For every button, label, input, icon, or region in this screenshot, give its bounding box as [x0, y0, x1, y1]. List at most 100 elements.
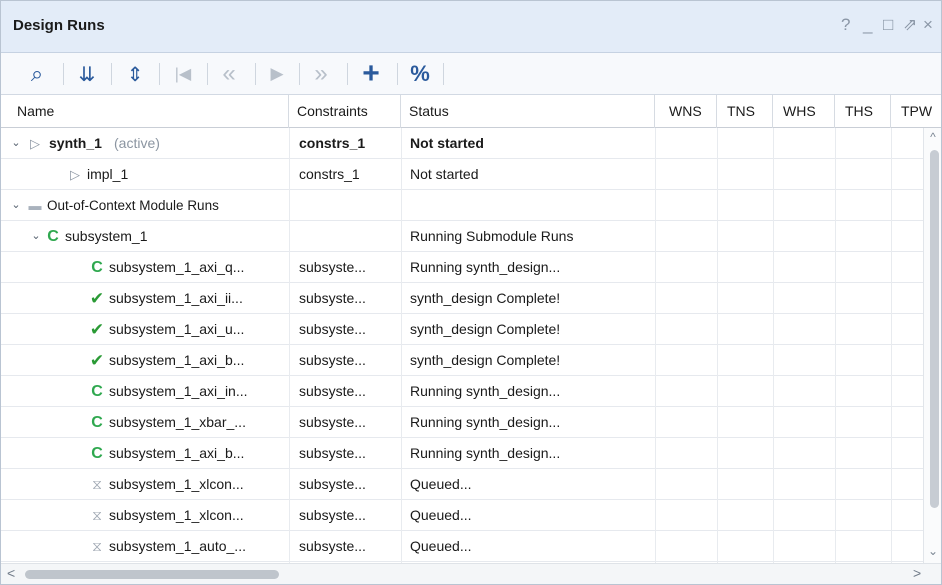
run-constraints: subsyste... [299, 476, 366, 492]
horizontal-scroll-thumb[interactable] [25, 570, 279, 579]
table-row[interactable]: ⌄ C subsystem_1 Running Submodule Runs [1, 221, 923, 252]
running-icon: C [47, 228, 59, 245]
close-icon[interactable]: × [923, 15, 933, 35]
scroll-right-icon[interactable]: > [913, 565, 921, 581]
first-icon[interactable]: |◀ [169, 59, 197, 89]
column-header-whs[interactable]: WHS [773, 95, 835, 128]
column-header-wns[interactable]: WNS [655, 95, 717, 128]
run-status: Running synth_design... [410, 259, 561, 275]
column-header-status[interactable]: Status [401, 95, 655, 128]
column-header-name[interactable]: Name [1, 95, 289, 128]
run-constraints: subsyste... [299, 538, 366, 554]
run-triangle-icon: ▷ [70, 167, 80, 182]
chevron-down-icon[interactable]: ⌄ [29, 221, 43, 252]
hourglass-icon: ⧖ [92, 538, 102, 554]
maximize-icon[interactable]: □ [883, 15, 893, 35]
run-triangle-icon: ▷ [30, 136, 40, 151]
run-constraints: subsyste... [299, 321, 366, 337]
run-name: subsystem_1_axi_b... [109, 352, 245, 368]
chevron-down-icon[interactable]: ⌄ [9, 128, 23, 159]
run-constraints: constrs_1 [299, 166, 360, 182]
table-row[interactable]: ✔ subsystem_1_axi_b... subsyste... synth… [1, 345, 923, 376]
run-constraints: subsyste... [299, 290, 366, 306]
next-icon[interactable]: » [307, 59, 335, 89]
toolbar-separator [207, 63, 208, 85]
run-name: subsystem_1_axi_ii... [109, 290, 243, 306]
column-header-constraints[interactable]: Constraints [289, 95, 401, 128]
scroll-left-icon[interactable]: < [7, 565, 15, 581]
run-constraints: subsyste... [299, 259, 366, 275]
toolbar: ⌕ ⇊ ⇕ |◀ « ▶ » + % [1, 53, 941, 95]
column-header-tns[interactable]: TNS [717, 95, 773, 128]
run-status: Running Submodule Runs [410, 228, 574, 244]
checkmark-icon: ✔ [89, 320, 105, 339]
vertical-scroll-thumb[interactable] [930, 150, 939, 508]
scroll-up-icon[interactable]: ^ [926, 130, 940, 144]
run-name: subsystem_1_xlcon... [109, 476, 244, 492]
run-name: subsystem_1_xlcon... [109, 507, 244, 523]
run-name: subsystem_1_axi_b... [109, 445, 245, 461]
float-icon[interactable]: ⇗ [903, 15, 917, 35]
run-status: Queued... [410, 538, 472, 554]
run-name: subsystem_1_axi_in... [109, 383, 248, 399]
scroll-down-icon[interactable]: ⌄ [926, 544, 940, 558]
table-row[interactable]: ✔ subsystem_1_axi_u... subsyste... synth… [1, 314, 923, 345]
run-status: Queued... [410, 476, 472, 492]
toolbar-separator [159, 63, 160, 85]
hourglass-icon: ⧖ [92, 476, 102, 492]
percent-icon[interactable]: % [407, 59, 433, 89]
run-constraints: subsyste... [299, 445, 366, 461]
search-icon[interactable]: ⌕ [25, 59, 49, 89]
run-constraints: constrs_1 [299, 135, 366, 151]
running-icon: C [91, 414, 103, 431]
horizontal-scrollbar[interactable]: < > [1, 563, 941, 584]
toolbar-separator [397, 63, 398, 85]
chevron-down-icon[interactable]: ⌄ [9, 190, 23, 221]
active-label: (active) [114, 135, 160, 151]
run-name: subsystem_1_auto_... [109, 538, 246, 554]
run-name: subsystem_1_axi_q... [109, 259, 245, 275]
expand-all-icon[interactable]: ⇕ [123, 59, 147, 89]
play-icon[interactable]: ▶ [265, 59, 289, 89]
run-status: synth_design Complete! [410, 290, 561, 306]
group-name: Out-of-Context Module Runs [47, 198, 219, 213]
table-row[interactable]: ⧖ subsystem_1_xlcon... subsyste... Queue… [1, 500, 923, 531]
hourglass-icon: ⧖ [92, 507, 102, 523]
run-status: synth_design Complete! [410, 321, 561, 337]
running-icon: C [91, 383, 103, 400]
toolbar-separator [111, 63, 112, 85]
table-row[interactable]: C subsystem_1_xbar_... subsyste... Runni… [1, 407, 923, 438]
previous-icon[interactable]: « [215, 59, 243, 89]
add-icon[interactable]: + [357, 57, 385, 90]
title-bar: Design Runs ? _ □ ⇗ × [1, 1, 941, 53]
table-row[interactable]: ⌄ ▷ synth_1 (active) constrs_1 Not start… [1, 128, 923, 159]
run-name: impl_1 [87, 166, 129, 182]
run-name: subsystem_1_axi_u... [109, 321, 245, 337]
collapse-all-icon[interactable]: ⇊ [75, 59, 99, 89]
minimize-icon[interactable]: _ [863, 15, 872, 35]
column-header-ths[interactable]: THS [835, 95, 891, 128]
table-row[interactable]: ⧖ subsystem_1_xlcon... subsyste... Queue… [1, 469, 923, 500]
vertical-scrollbar[interactable]: ^ ⌄ [923, 128, 941, 563]
window-title: Design Runs [13, 17, 105, 34]
runs-table: ⌄ ▷ synth_1 (active) constrs_1 Not start… [1, 128, 923, 563]
run-constraints: subsyste... [299, 507, 366, 523]
table-row[interactable]: ✔ subsystem_1_axi_ii... subsyste... synt… [1, 283, 923, 314]
run-constraints: subsyste... [299, 383, 366, 399]
table-row[interactable]: C subsystem_1_axi_b... subsyste... Runni… [1, 438, 923, 469]
run-status: Running synth_design... [410, 414, 561, 430]
table-row[interactable]: ⧖ subsystem_1_auto_... subsyste... Queue… [1, 531, 923, 562]
run-constraints: subsyste... [299, 352, 366, 368]
table-row[interactable]: ⌄ ▬ Out-of-Context Module Runs [1, 190, 923, 221]
running-icon: C [91, 445, 103, 462]
run-constraints: subsyste... [299, 414, 366, 430]
run-status: Queued... [410, 507, 472, 523]
table-row[interactable]: C subsystem_1_axi_in... subsyste... Runn… [1, 376, 923, 407]
table-row[interactable]: C subsystem_1_axi_q... subsyste... Runni… [1, 252, 923, 283]
run-name: subsystem_1 [65, 228, 148, 244]
toolbar-separator [347, 63, 348, 85]
help-icon[interactable]: ? [841, 15, 850, 35]
folder-icon: ▬ [28, 198, 42, 213]
column-header-tpw[interactable]: TPW [891, 95, 941, 128]
table-row[interactable]: ▷ impl_1 constrs_1 Not started [1, 159, 923, 190]
